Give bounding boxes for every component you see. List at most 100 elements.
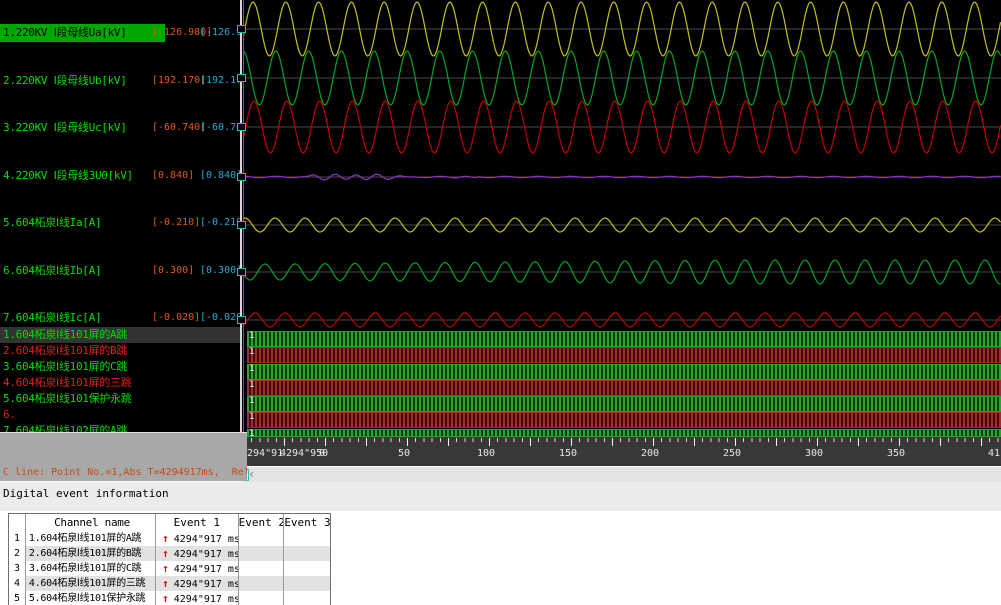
time-axis-label: 50 xyxy=(398,448,410,459)
header-cell: Channel name xyxy=(26,514,156,531)
digital-channel-row[interactable]: 5.604柘泉Ⅰ线101保护永跳 xyxy=(0,391,240,407)
event-table-row[interactable]: 44.604柘泉Ⅰ线101屏的三跳↑4294"917 ms xyxy=(9,576,330,591)
time-axis-label: 350 xyxy=(887,448,905,459)
event3-cell xyxy=(284,561,330,576)
rising-edge-arrow-icon: ↑ xyxy=(156,532,174,545)
channel-value-primary: [-0.210] xyxy=(152,214,200,232)
event-time: 4294"917 ms xyxy=(174,534,239,545)
event2-cell xyxy=(239,576,285,591)
horizontal-scrollbar[interactable]: ‹ xyxy=(242,466,1001,482)
event-info-title: Digital event information xyxy=(3,487,169,500)
channel-value-secondary: [-60.740] xyxy=(200,119,240,137)
event-table-row[interactable]: 11.604柘泉Ⅰ线101屏的A跳↑4294"917 ms xyxy=(9,531,330,546)
channel-name-label[interactable]: 6.604柘泉Ⅰ线Ib[A] xyxy=(3,262,101,280)
channel-name-label[interactable]: 1.220KV Ⅰ段母线Ua[kV] xyxy=(0,24,165,42)
channel-name-label[interactable]: 7.604柘泉Ⅰ线Ic[A] xyxy=(3,309,101,327)
channel-name-cell: 3.604柘泉Ⅰ线101屏的C跳 xyxy=(26,561,156,576)
analog-channel-row[interactable]: 2.220KV Ⅰ段母线Ub[kV] [192.170][192.170] xyxy=(0,72,240,90)
channel-value-primary: [0.840] xyxy=(152,167,194,185)
digital-state-value: 1 xyxy=(249,412,254,422)
digital-bar: 1 xyxy=(247,429,1001,437)
channel-name-label[interactable]: 2.220KV Ⅰ段母线Ub[kV] xyxy=(3,72,127,90)
channel-value-primary: [192.170] xyxy=(152,72,206,90)
event1-cell: ↑4294"917 ms xyxy=(156,576,238,591)
channel-value-secondary: [192.170] xyxy=(200,72,240,90)
waveform-analyzer-window: 1.220KV Ⅰ段母线Ua[kV][-126.980][-126.980]2.… xyxy=(0,0,1001,605)
row-number-cell: 1 xyxy=(9,531,26,546)
time-axis-label: 250 xyxy=(723,448,741,459)
digital-channel-row[interactable]: 4.604柘泉Ⅰ线101屏的三跳 xyxy=(0,375,240,391)
waveform-panel[interactable]: 1111111 4294"914294"95005010015020025030… xyxy=(240,0,1001,466)
event1-cell: ↑4294"917 ms xyxy=(156,561,238,576)
time-axis-label: 150 xyxy=(559,448,577,459)
channel-name-label[interactable]: 5.604柘泉Ⅰ线Ia[A] xyxy=(3,214,101,232)
channel-value-primary: [-0.020] xyxy=(152,309,200,327)
time-axis-label: 200 xyxy=(641,448,659,459)
event-time: 4294"917 ms xyxy=(174,579,239,590)
event-table-header-row: Channel nameEvent 1Event 2Event 3 xyxy=(9,514,330,531)
digital-channel-row[interactable]: 1.604柘泉Ⅰ线101屏的A跳 xyxy=(0,327,240,343)
rising-edge-arrow-icon: ↑ xyxy=(156,547,174,560)
analog-channel-row[interactable]: 5.604柘泉Ⅰ线Ia[A] [-0.210][-0.210] xyxy=(0,214,240,232)
rising-edge-arrow-icon: ↑ xyxy=(156,577,174,590)
channel-zero-marker[interactable] xyxy=(237,74,246,82)
channel-zero-marker[interactable] xyxy=(237,221,246,229)
event1-cell: ↑4294"917 ms xyxy=(156,546,238,561)
channel-value-secondary: [0.300] xyxy=(200,262,240,280)
channel-name-label[interactable]: 4.220KV Ⅰ段母线3U0[kV] xyxy=(3,167,133,185)
digital-channel-row[interactable]: 6. xyxy=(0,407,240,423)
time-axis-label: 300 xyxy=(805,448,823,459)
digital-bar: 1 xyxy=(247,396,1001,412)
major-ticks xyxy=(243,438,1001,446)
channel-value-secondary: [-126.980] xyxy=(200,24,240,42)
channel-value-primary: [0.300] xyxy=(152,262,194,280)
event-table: Channel nameEvent 1Event 2Event 311.604柘… xyxy=(8,513,331,605)
time-axis-label: 0 xyxy=(319,448,325,459)
event-time: 4294"917 ms xyxy=(174,564,239,575)
digital-state-value: 1 xyxy=(249,331,254,341)
channel-zero-marker[interactable] xyxy=(237,25,246,33)
digital-channel-row[interactable]: 7.604柘泉Ⅰ线102屏的A跳 xyxy=(0,423,240,432)
channel-name-cell: 2.604柘泉Ⅰ线101屏的B跳 xyxy=(26,546,156,561)
digital-bar: 1 xyxy=(247,364,1001,380)
channel-zero-marker[interactable] xyxy=(237,268,246,276)
event-time: 4294"917 ms xyxy=(174,594,239,605)
row-number-cell: 3 xyxy=(9,561,26,576)
digital-state-value: 1 xyxy=(249,396,254,406)
digital-bar: 1 xyxy=(247,347,1001,363)
channel-zero-marker[interactable] xyxy=(237,123,246,131)
channel-value-primary: [-60.740] xyxy=(152,119,206,137)
digital-channel-row[interactable]: 3.604柘泉Ⅰ线101屏的C跳 xyxy=(0,359,240,375)
c-cursor-line[interactable] xyxy=(243,0,244,437)
event2-cell xyxy=(239,531,285,546)
rising-edge-arrow-icon: ↑ xyxy=(156,592,174,605)
channel-zero-marker[interactable] xyxy=(237,173,246,181)
scroll-left-arrow-icon[interactable]: ‹ xyxy=(248,467,255,481)
header-cell xyxy=(9,514,26,531)
channel-name-label[interactable]: 3.220KV Ⅰ段母线Uc[kV] xyxy=(3,119,127,137)
rising-edge-arrow-icon: ↑ xyxy=(156,562,174,575)
digital-channel-row[interactable]: 2.604柘泉Ⅰ线101屏的B跳 xyxy=(0,343,240,359)
analog-channel-row[interactable]: 7.604柘泉Ⅰ线Ic[A][-0.020][-0.020] xyxy=(0,309,240,327)
digital-state-value: 1 xyxy=(249,364,254,374)
event-table-row[interactable]: 33.604柘泉Ⅰ线101屏的C跳↑4294"917 ms xyxy=(9,561,330,576)
panel-divider[interactable] xyxy=(240,0,242,466)
event1-cell: ↑4294"917 ms xyxy=(156,531,238,546)
event-table-row[interactable]: 55.604柘泉Ⅰ线101保护永跳↑4294"917 ms xyxy=(9,591,330,605)
row-number-cell: 2 xyxy=(9,546,26,561)
cursor-status-box: C line: Point No.=1,Abs T=4294917ms, Rel… xyxy=(0,432,247,481)
event1-cell: ↑4294"917 ms xyxy=(156,591,238,605)
event-table-row[interactable]: 22.604柘泉Ⅰ线101屏的B跳↑4294"917 ms xyxy=(9,546,330,561)
analog-channel-row[interactable]: 4.220KV Ⅰ段母线3U0[kV][0.840][0.840] xyxy=(0,167,240,185)
event-time: 4294"917 ms xyxy=(174,549,239,560)
analog-channel-row[interactable]: 6.604柘泉Ⅰ线Ib[A] [0.300] [0.300] xyxy=(0,262,240,280)
event-info-header-strip: Digital event information xyxy=(0,481,1001,511)
channel-value-secondary: [-0.210] xyxy=(200,214,240,232)
time-axis-label: 41 xyxy=(988,448,1000,459)
header-cell: Event 1 xyxy=(156,514,238,531)
time-axis-ruler[interactable]: 4294"914294"95005010015020025030035041 xyxy=(240,437,1001,466)
channel-list-panel: 1.220KV Ⅰ段母线Ua[kV][-126.980][-126.980]2.… xyxy=(0,0,240,432)
channel-zero-marker[interactable] xyxy=(237,316,246,324)
analog-channel-row[interactable]: 3.220KV Ⅰ段母线Uc[kV] [-60.740][-60.740] xyxy=(0,119,240,137)
analog-channel-row[interactable]: 1.220KV Ⅰ段母线Ua[kV][-126.980][-126.980] xyxy=(0,24,240,42)
